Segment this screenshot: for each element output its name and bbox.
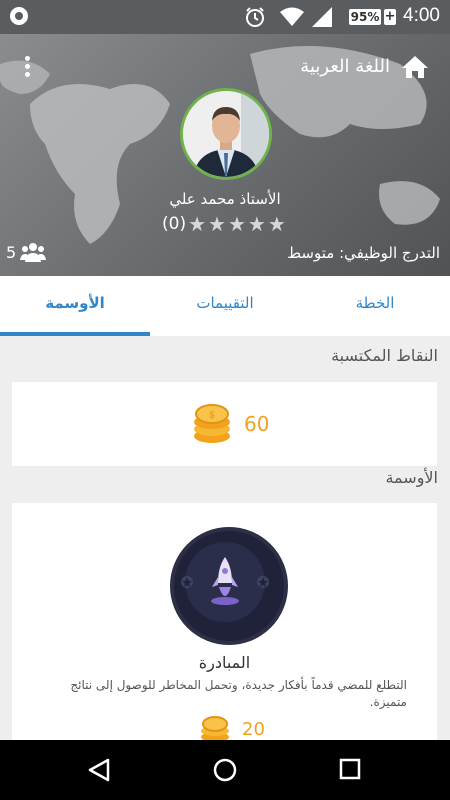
career-level: التدرج الوظيفي: متوسط: [287, 244, 440, 262]
app-title: اللغة العربية: [300, 56, 390, 77]
star-icon: ★: [247, 212, 266, 236]
badge-card[interactable]: المبادرة التطلع للمضي قدماً بأفكار جديدة…: [12, 503, 437, 743]
people-icon: [20, 243, 47, 262]
followers-count[interactable]: 5: [6, 242, 47, 262]
star-icon: ★: [267, 212, 286, 236]
home-icon[interactable]: [402, 56, 428, 78]
points-card: $ 60: [12, 382, 437, 466]
tab-bar: الأوسمة التقييمات الخطة: [0, 276, 450, 336]
tab-badges[interactable]: الأوسمة: [0, 276, 150, 336]
battery-level: 95%: [349, 9, 381, 25]
tab-plan[interactable]: الخطة: [300, 276, 450, 336]
notification-icon: [10, 7, 28, 25]
teacher-name: الأستاذ محمد علي: [169, 190, 281, 208]
rocket-icon: [170, 527, 288, 645]
recent-apps-icon[interactable]: [338, 757, 362, 781]
badge-description: التطلع للمضي قدماً بأفكار جديدة، وتحمل ا…: [70, 678, 407, 709]
badges-section-title: الأوسمة: [385, 468, 438, 487]
battery-icon: 95% +: [348, 8, 396, 26]
status-bar: 95% + 4:00: [0, 0, 450, 34]
points-value: 60: [244, 412, 270, 436]
followers-number: 5: [6, 242, 17, 262]
avatar: [180, 88, 272, 180]
wifi-icon: [280, 7, 304, 26]
system-nav-bar: [0, 740, 450, 800]
clock: 4:00: [403, 5, 440, 26]
coin-icon: [201, 716, 229, 742]
charging-plus: +: [384, 9, 396, 25]
tab-reviews[interactable]: التقييمات: [150, 276, 300, 336]
badge-points-row: 20: [198, 715, 265, 743]
alarm-icon: [246, 7, 264, 27]
badge-name: المبادرة: [198, 653, 251, 672]
signal-icon: [312, 7, 332, 27]
menu-icon[interactable]: [20, 56, 34, 80]
badge-points-value: 20: [242, 718, 265, 740]
rating-count: (0): [162, 214, 187, 234]
star-icon: ★: [208, 212, 226, 236]
back-icon[interactable]: [86, 757, 112, 783]
circle-home-icon[interactable]: [212, 757, 238, 783]
svg-text:$: $: [209, 410, 215, 421]
rating: (0) ★ ★ ★ ★ ★: [162, 214, 286, 234]
points-row: $ 60: [190, 402, 269, 446]
star-icon: ★: [188, 212, 207, 236]
profile-header: اللغة العربية الأستاذ محمد علي (0) ★ ★ ★…: [0, 34, 450, 276]
points-section-title: النقاط المكتسبة: [331, 346, 438, 365]
star-icon: ★: [227, 212, 246, 236]
coin-icon: $: [194, 404, 230, 443]
